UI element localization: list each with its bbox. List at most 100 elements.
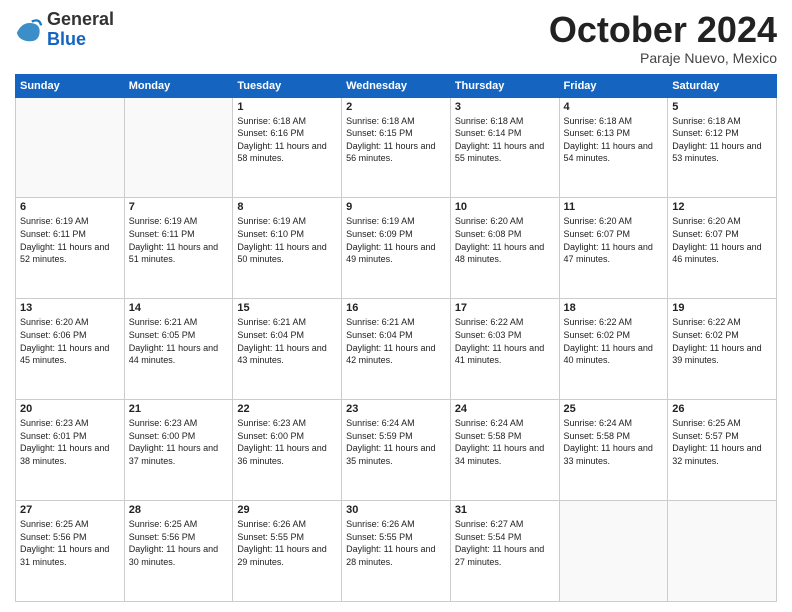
calendar-cell: 28 Sunrise: 6:25 AM Sunset: 5:56 PM Dayli… bbox=[124, 501, 233, 602]
weekday-header: Friday bbox=[559, 74, 668, 97]
day-info: Sunrise: 6:20 AM Sunset: 6:07 PM Dayligh… bbox=[564, 215, 664, 265]
calendar-cell: 23 Sunrise: 6:24 AM Sunset: 5:59 PM Dayli… bbox=[342, 400, 451, 501]
calendar-cell: 16 Sunrise: 6:21 AM Sunset: 6:04 PM Dayli… bbox=[342, 299, 451, 400]
day-info: Sunrise: 6:26 AM Sunset: 5:55 PM Dayligh… bbox=[346, 518, 446, 568]
day-number: 29 bbox=[237, 504, 337, 516]
day-number: 4 bbox=[564, 101, 664, 113]
day-number: 11 bbox=[564, 201, 664, 213]
logo-general-text: General bbox=[47, 10, 114, 30]
day-info: Sunrise: 6:20 AM Sunset: 6:08 PM Dayligh… bbox=[455, 215, 555, 265]
day-number: 28 bbox=[129, 504, 229, 516]
day-number: 30 bbox=[346, 504, 446, 516]
location: Paraje Nuevo, Mexico bbox=[549, 50, 777, 66]
day-info: Sunrise: 6:19 AM Sunset: 6:09 PM Dayligh… bbox=[346, 215, 446, 265]
calendar-cell: 4 Sunrise: 6:18 AM Sunset: 6:13 PM Daylig… bbox=[559, 97, 668, 198]
title-block: October 2024 Paraje Nuevo, Mexico bbox=[549, 10, 777, 66]
calendar-cell: 7 Sunrise: 6:19 AM Sunset: 6:11 PM Daylig… bbox=[124, 198, 233, 299]
day-number: 23 bbox=[346, 403, 446, 415]
weekday-header: Tuesday bbox=[233, 74, 342, 97]
calendar-cell: 22 Sunrise: 6:23 AM Sunset: 6:00 PM Dayli… bbox=[233, 400, 342, 501]
day-info: Sunrise: 6:23 AM Sunset: 6:00 PM Dayligh… bbox=[237, 417, 337, 467]
day-info: Sunrise: 6:24 AM Sunset: 5:59 PM Dayligh… bbox=[346, 417, 446, 467]
day-number: 18 bbox=[564, 302, 664, 314]
day-info: Sunrise: 6:18 AM Sunset: 6:15 PM Dayligh… bbox=[346, 115, 446, 165]
day-info: Sunrise: 6:23 AM Sunset: 6:00 PM Dayligh… bbox=[129, 417, 229, 467]
day-info: Sunrise: 6:18 AM Sunset: 6:12 PM Dayligh… bbox=[672, 115, 772, 165]
day-number: 31 bbox=[455, 504, 555, 516]
calendar-cell: 11 Sunrise: 6:20 AM Sunset: 6:07 PM Dayli… bbox=[559, 198, 668, 299]
day-number: 9 bbox=[346, 201, 446, 213]
calendar-cell: 8Sunrise: 6:19 AM Sunset: 6:10 PM Daylig… bbox=[233, 198, 342, 299]
day-info: Sunrise: 6:20 AM Sunset: 6:07 PM Dayligh… bbox=[672, 215, 772, 265]
day-number: 2 bbox=[346, 101, 446, 113]
calendar-cell bbox=[16, 97, 125, 198]
day-info: Sunrise: 6:24 AM Sunset: 5:58 PM Dayligh… bbox=[564, 417, 664, 467]
day-number: 24 bbox=[455, 403, 555, 415]
day-number: 22 bbox=[237, 403, 337, 415]
day-info: Sunrise: 6:27 AM Sunset: 5:54 PM Dayligh… bbox=[455, 518, 555, 568]
calendar-cell: 2 Sunrise: 6:18 AM Sunset: 6:15 PM Daylig… bbox=[342, 97, 451, 198]
day-number: 16 bbox=[346, 302, 446, 314]
day-info: Sunrise: 6:19 AM Sunset: 6:11 PM Dayligh… bbox=[20, 215, 120, 265]
calendar-week-row: 13 Sunrise: 6:20 AM Sunset: 6:06 PM Dayli… bbox=[16, 299, 777, 400]
day-info: Sunrise: 6:21 AM Sunset: 6:04 PM Dayligh… bbox=[346, 316, 446, 366]
day-info: Sunrise: 6:21 AM Sunset: 6:04 PM Dayligh… bbox=[237, 316, 337, 366]
day-info: Sunrise: 6:18 AM Sunset: 6:16 PM Dayligh… bbox=[237, 115, 337, 165]
calendar-cell: 27Sunrise: 6:25 AM Sunset: 5:56 PM Dayli… bbox=[16, 501, 125, 602]
logo-blue-text: Blue bbox=[47, 30, 114, 50]
day-info: Sunrise: 6:26 AM Sunset: 5:55 PM Dayligh… bbox=[237, 518, 337, 568]
page: General Blue October 2024 Paraje Nuevo, … bbox=[0, 0, 792, 612]
calendar-cell: 21Sunrise: 6:23 AM Sunset: 6:00 PM Dayli… bbox=[124, 400, 233, 501]
day-number: 25 bbox=[564, 403, 664, 415]
calendar-cell: 10Sunrise: 6:20 AM Sunset: 6:08 PM Dayli… bbox=[450, 198, 559, 299]
calendar-cell: 29 Sunrise: 6:26 AM Sunset: 5:55 PM Dayli… bbox=[233, 501, 342, 602]
calendar-cell bbox=[559, 501, 668, 602]
calendar-table: SundayMondayTuesdayWednesdayThursdayFrid… bbox=[15, 74, 777, 602]
calendar-cell: 1 Sunrise: 6:18 AM Sunset: 6:16 PM Daylig… bbox=[233, 97, 342, 198]
calendar-week-row: 20 Sunrise: 6:23 AM Sunset: 6:01 PM Dayli… bbox=[16, 400, 777, 501]
weekday-header-row: SundayMondayTuesdayWednesdayThursdayFrid… bbox=[16, 74, 777, 97]
day-number: 7 bbox=[129, 201, 229, 213]
calendar-cell: 25 Sunrise: 6:24 AM Sunset: 5:58 PM Dayli… bbox=[559, 400, 668, 501]
day-info: Sunrise: 6:21 AM Sunset: 6:05 PM Dayligh… bbox=[129, 316, 229, 366]
day-info: Sunrise: 6:25 AM Sunset: 5:56 PM Dayligh… bbox=[129, 518, 229, 568]
calendar-cell: 13 Sunrise: 6:20 AM Sunset: 6:06 PM Dayli… bbox=[16, 299, 125, 400]
weekday-header: Thursday bbox=[450, 74, 559, 97]
calendar-cell: 3 Sunrise: 6:18 AM Sunset: 6:14 PM Daylig… bbox=[450, 97, 559, 198]
day-number: 8 bbox=[237, 201, 337, 213]
logo: General Blue bbox=[15, 10, 114, 50]
day-info: Sunrise: 6:18 AM Sunset: 6:14 PM Dayligh… bbox=[455, 115, 555, 165]
weekday-header: Sunday bbox=[16, 74, 125, 97]
calendar-cell: 30 Sunrise: 6:26 AM Sunset: 5:55 PM Dayli… bbox=[342, 501, 451, 602]
logo-text: General Blue bbox=[47, 10, 114, 50]
calendar-cell: 9 Sunrise: 6:19 AM Sunset: 6:09 PM Daylig… bbox=[342, 198, 451, 299]
weekday-header: Wednesday bbox=[342, 74, 451, 97]
calendar-cell bbox=[124, 97, 233, 198]
day-number: 13 bbox=[20, 302, 120, 314]
day-number: 17 bbox=[455, 302, 555, 314]
calendar-cell: 31 Sunrise: 6:27 AM Sunset: 5:54 PM Dayli… bbox=[450, 501, 559, 602]
calendar-cell: 14Sunrise: 6:21 AM Sunset: 6:05 PM Dayli… bbox=[124, 299, 233, 400]
day-info: Sunrise: 6:20 AM Sunset: 6:06 PM Dayligh… bbox=[20, 316, 120, 366]
calendar-cell: 19Sunrise: 6:22 AM Sunset: 6:02 PM Dayli… bbox=[668, 299, 777, 400]
day-info: Sunrise: 6:24 AM Sunset: 5:58 PM Dayligh… bbox=[455, 417, 555, 467]
day-number: 1 bbox=[237, 101, 337, 113]
logo-icon bbox=[15, 16, 43, 44]
weekday-header: Saturday bbox=[668, 74, 777, 97]
day-number: 5 bbox=[672, 101, 772, 113]
calendar-week-row: 6 Sunrise: 6:19 AM Sunset: 6:11 PM Daylig… bbox=[16, 198, 777, 299]
day-info: Sunrise: 6:23 AM Sunset: 6:01 PM Dayligh… bbox=[20, 417, 120, 467]
day-number: 6 bbox=[20, 201, 120, 213]
day-number: 3 bbox=[455, 101, 555, 113]
calendar-cell: 5 Sunrise: 6:18 AM Sunset: 6:12 PM Daylig… bbox=[668, 97, 777, 198]
day-info: Sunrise: 6:22 AM Sunset: 6:02 PM Dayligh… bbox=[564, 316, 664, 366]
calendar-cell: 6 Sunrise: 6:19 AM Sunset: 6:11 PM Daylig… bbox=[16, 198, 125, 299]
header: General Blue October 2024 Paraje Nuevo, … bbox=[15, 10, 777, 66]
day-info: Sunrise: 6:22 AM Sunset: 6:03 PM Dayligh… bbox=[455, 316, 555, 366]
month-title: October 2024 bbox=[549, 10, 777, 50]
day-info: Sunrise: 6:19 AM Sunset: 6:11 PM Dayligh… bbox=[129, 215, 229, 265]
calendar-cell: 18 Sunrise: 6:22 AM Sunset: 6:02 PM Dayli… bbox=[559, 299, 668, 400]
day-info: Sunrise: 6:18 AM Sunset: 6:13 PM Dayligh… bbox=[564, 115, 664, 165]
day-number: 20 bbox=[20, 403, 120, 415]
day-number: 15 bbox=[237, 302, 337, 314]
